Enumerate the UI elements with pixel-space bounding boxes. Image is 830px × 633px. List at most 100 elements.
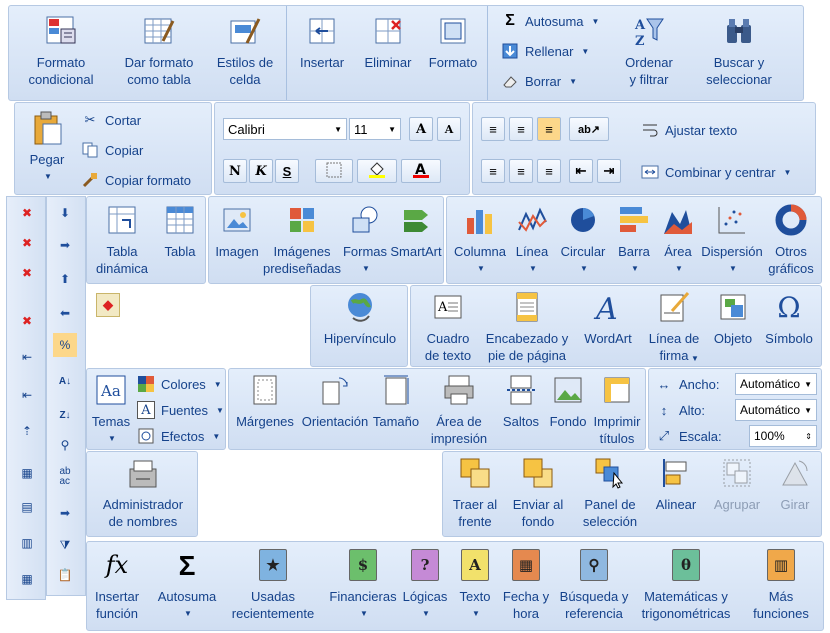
combinar-centrar-button[interactable]: Combinar y centrar ▼ xyxy=(641,163,791,181)
insert-sheet-icon[interactable]: ▦ xyxy=(15,461,39,485)
tamano-button[interactable]: Tamaño xyxy=(371,373,421,430)
tabla-dinamica-button[interactable]: Tabla dinámica xyxy=(89,203,155,277)
texto-fn-button[interactable]: A Texto ▼ xyxy=(451,548,499,622)
move-up-icon[interactable]: ⬆ xyxy=(53,267,77,291)
dar-formato-tabla-button[interactable]: Dar formato como tabla xyxy=(111,14,207,88)
ancho-select[interactable]: Automático ▼ xyxy=(735,373,817,395)
temas-button[interactable]: Aa Temas ▼ xyxy=(89,373,133,447)
align-bottom-button[interactable]: ≡ xyxy=(537,117,561,141)
imprimir-titulos-button[interactable]: Imprimir títulos xyxy=(589,373,645,447)
alinear-button[interactable]: Alinear xyxy=(647,456,705,513)
usadas-recientemente-button[interactable]: ★ Usadas recientemente xyxy=(221,548,325,622)
align-center-button[interactable]: ≡ xyxy=(509,159,533,183)
align-right-button[interactable]: ≡ xyxy=(537,159,561,183)
linea-firma-button[interactable]: Línea de firma ▼ xyxy=(641,290,707,364)
objeto-button[interactable]: Objeto xyxy=(707,290,759,347)
decrease-indent-button[interactable]: ⇤ xyxy=(569,159,593,183)
font-size-select[interactable]: 11 ▼ xyxy=(349,118,401,140)
dispersion-button[interactable]: Dispersión ▼ xyxy=(699,203,765,277)
format-column-icon[interactable]: ▥ xyxy=(15,531,39,555)
find-binoculars-icon[interactable]: ⚲ xyxy=(53,433,77,457)
pegar-button[interactable]: Pegar ▼ xyxy=(23,111,71,185)
area-impresion-button[interactable]: Área de impresión xyxy=(421,373,497,447)
align-left-button[interactable]: ≡ xyxy=(481,159,505,183)
sort-az-icon[interactable]: A↓ xyxy=(53,369,77,393)
efectos-button[interactable]: Efectos ▼ xyxy=(137,427,220,445)
insertar-button[interactable]: Insertar xyxy=(292,14,352,71)
area-button[interactable]: Área ▼ xyxy=(657,203,699,277)
align-middle-button[interactable]: ≡ xyxy=(509,117,533,141)
align-top-button[interactable]: ≡ xyxy=(481,117,505,141)
delete-cell-icon[interactable]: ✖ xyxy=(15,261,39,285)
font-name-select[interactable]: Calibri ▼ xyxy=(223,118,347,140)
format-row-icon[interactable]: ▤ xyxy=(15,495,39,519)
estilos-celda-button[interactable]: Estilos de celda xyxy=(209,14,281,88)
barra-button[interactable]: Barra ▼ xyxy=(611,203,657,277)
escala-spinner[interactable]: 100% ⇕ xyxy=(749,425,817,447)
simbolo-button[interactable]: Ω Símbolo xyxy=(759,290,819,347)
insertar-funcion-button[interactable]: fx Insertar función xyxy=(87,548,147,622)
busqueda-referencia-button[interactable]: ⚲ Búsqueda y referencia xyxy=(553,548,635,622)
saltos-button[interactable]: Saltos xyxy=(497,373,545,430)
grow-font-button[interactable]: A xyxy=(409,117,433,141)
percent-style-icon[interactable]: % xyxy=(53,333,77,357)
formato-condicional-button[interactable]: Formato condicional xyxy=(17,14,105,88)
paste-special-icon[interactable]: 📋 xyxy=(53,563,77,587)
fuentes-button[interactable]: A Fuentes ▼ xyxy=(137,401,224,419)
font-color-button[interactable]: A xyxy=(401,159,441,183)
increase-indent-button[interactable]: ⇥ xyxy=(597,159,621,183)
cortar-button[interactable]: ✂ Cortar xyxy=(81,111,142,129)
arrow-right-icon[interactable]: ➡ xyxy=(53,501,77,525)
formato-button[interactable]: Formato xyxy=(422,14,484,71)
buscar-seleccionar-button[interactable]: Buscar y seleccionar xyxy=(691,14,787,88)
copiar-formato-button[interactable]: Copiar formato xyxy=(81,171,191,189)
colores-button[interactable]: Colores ▼ xyxy=(137,375,222,393)
traer-frente-button[interactable]: Traer al frente xyxy=(445,456,505,530)
administrador-nombres-button[interactable]: Administrador de nombres xyxy=(89,456,197,530)
tabla-button[interactable]: Tabla xyxy=(157,203,203,260)
delete-column-icon[interactable]: ✖ xyxy=(15,231,39,255)
orientation-button[interactable]: ab↗ xyxy=(569,117,609,141)
replace-icon[interactable]: ab ac xyxy=(53,465,77,489)
copiar-button[interactable]: Copiar xyxy=(81,141,143,159)
otros-graficos-button[interactable]: Otros gráficos xyxy=(763,203,819,277)
smartart-button[interactable]: SmartArt xyxy=(389,203,443,260)
borders-button[interactable] xyxy=(315,159,353,183)
insert-cell-icon[interactable]: ⇡ xyxy=(15,419,39,443)
underline-button[interactable]: S xyxy=(275,159,299,183)
matematicas-button[interactable]: θ Matemáticas y trigonométricas xyxy=(635,548,737,622)
wordart-button[interactable]: A WordArt xyxy=(575,290,641,347)
formas-button[interactable]: Formas ▼ xyxy=(341,203,389,277)
circular-button[interactable]: Circular ▼ xyxy=(555,203,611,277)
shrink-font-button[interactable]: A xyxy=(437,117,461,141)
delete-sheet-icon[interactable]: ✖ xyxy=(15,309,39,333)
columna-button[interactable]: Columna ▼ xyxy=(451,203,509,277)
orientacion-button[interactable]: Orientación xyxy=(299,373,371,430)
move-left-icon[interactable]: ⬅ xyxy=(53,301,77,325)
imagenes-predisenadas-button[interactable]: Imágenes prediseñadas xyxy=(263,203,341,277)
fill-color-button[interactable] xyxy=(357,159,397,183)
fondo-button[interactable]: Fondo xyxy=(545,373,591,430)
fecha-hora-button[interactable]: ▦ Fecha y hora xyxy=(499,548,553,622)
italic-button[interactable]: K xyxy=(249,159,273,183)
margenes-button[interactable]: Márgenes xyxy=(233,373,297,430)
panel-seleccion-button[interactable]: Panel de selección xyxy=(575,456,645,530)
hipervinculo-button[interactable]: Hipervínculo xyxy=(313,290,407,347)
borrar-button[interactable]: Borrar ▼ xyxy=(501,72,577,90)
girar-button[interactable]: Girar xyxy=(769,456,821,513)
linea-button[interactable]: Línea ▼ xyxy=(509,203,555,277)
enviar-fondo-button[interactable]: Enviar al fondo xyxy=(505,456,571,530)
move-right-icon[interactable]: ➡ xyxy=(53,233,77,257)
bold-button[interactable]: N xyxy=(223,159,247,183)
eliminar-button[interactable]: Eliminar xyxy=(356,14,420,71)
mas-funciones-button[interactable]: ▥ Más funciones xyxy=(739,548,823,622)
delete-row-icon[interactable]: ✖ xyxy=(15,201,39,225)
filter-icon[interactable]: ⧩ xyxy=(53,533,77,557)
move-down-icon[interactable]: ⬇ xyxy=(53,201,77,225)
agrupar-button[interactable]: Agrupar xyxy=(705,456,769,513)
logicas-button[interactable]: ? Lógicas ▼ xyxy=(399,548,451,622)
autosuma-button[interactable]: Σ Autosuma ▼ xyxy=(501,12,599,30)
encabezado-pie-button[interactable]: Encabezado y pie de página xyxy=(479,290,575,364)
ordenar-filtrar-button[interactable]: AZ Ordenar y filtrar xyxy=(613,14,685,88)
alto-select[interactable]: Automático ▼ xyxy=(735,399,817,421)
